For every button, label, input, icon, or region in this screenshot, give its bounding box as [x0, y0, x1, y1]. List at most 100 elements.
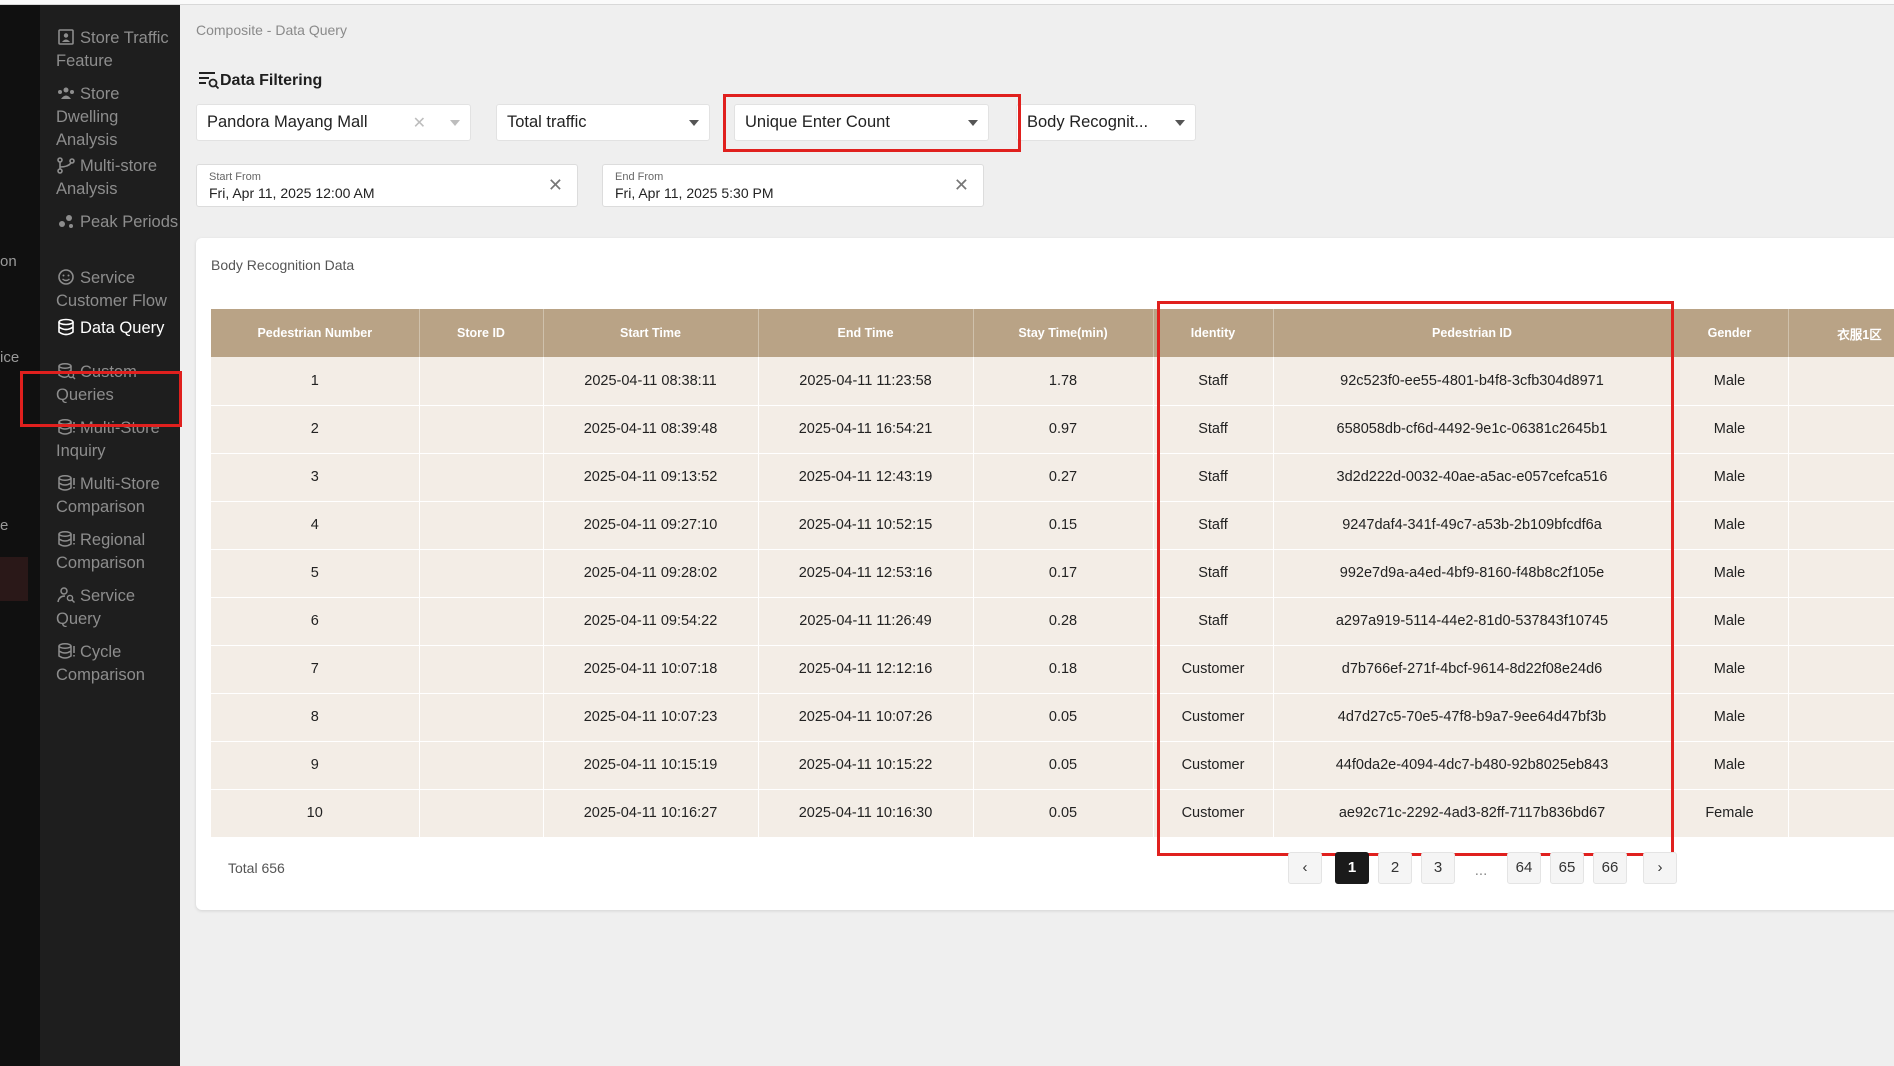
highlight-box-metric [723, 94, 1021, 152]
table-cell: 2025-04-11 10:15:22 [758, 741, 974, 790]
column-header[interactable]: Gender [1671, 309, 1789, 357]
sidebar-item-data-query[interactable]: Data Query [56, 317, 180, 340]
table-cell [419, 741, 544, 790]
chevron-down-icon [1175, 119, 1185, 126]
table-cell: Female [1671, 789, 1789, 838]
table-cell [1788, 693, 1894, 742]
table-cell: 2025-04-11 11:23:58 [758, 357, 974, 406]
traffic-select[interactable]: Total traffic [496, 104, 710, 141]
table-cell: 2025-04-11 08:39:48 [543, 405, 759, 454]
sidebar-item-service-customer-flow[interactable]: Service Customer Flow [56, 267, 180, 313]
table-cell: Male [1671, 549, 1789, 598]
column-header[interactable]: Store ID [419, 309, 544, 357]
start-date-value: Fri, Apr 11, 2025 12:00 AM [209, 185, 375, 201]
column-header[interactable]: Pedestrian Number [211, 309, 420, 357]
table-cell [419, 453, 544, 502]
recognition-select[interactable]: Body Recognit... [1016, 104, 1196, 141]
table-cell: 2025-04-11 12:43:19 [758, 453, 974, 502]
clear-icon[interactable]: ✕ [548, 175, 563, 196]
table-cell: 1.78 [973, 357, 1154, 406]
total-count: Total 656 [228, 860, 285, 876]
prev-page-button[interactable]: ‹ [1288, 852, 1322, 884]
table-cell: 2025-04-11 11:26:49 [758, 597, 974, 646]
table-cell: 2025-04-11 10:07:26 [758, 693, 974, 742]
clear-icon[interactable]: ✕ [413, 113, 426, 133]
database-alert-icon [56, 474, 76, 492]
sidebar-item-service-query[interactable]: Service Query [56, 585, 180, 631]
person-search-icon [56, 586, 76, 604]
table-cell: 2025-04-11 10:16:30 [758, 789, 974, 838]
table-cell: 2025-04-11 10:15:19 [543, 741, 759, 790]
table-cell [419, 789, 544, 838]
table-cell: 2025-04-11 08:38:11 [543, 357, 759, 406]
rail-fragment: on [0, 253, 17, 270]
table-cell: 2 [211, 405, 420, 454]
table-cell: 3 [211, 453, 420, 502]
sidebar-item-multi-store-comparison[interactable]: Multi-Store Comparison [56, 473, 180, 519]
page-button[interactable]: 66 [1593, 852, 1627, 884]
table-cell [1788, 645, 1894, 694]
data-filtering-title: Data Filtering [198, 70, 322, 90]
table-cell [419, 549, 544, 598]
table-cell [1788, 789, 1894, 838]
table-cell: 5 [211, 549, 420, 598]
page-button[interactable]: 1 [1335, 852, 1369, 884]
rail-fragment: ice [0, 349, 20, 366]
mall-select-value: Pandora Mayang Mall [207, 113, 368, 131]
page-button[interactable]: 64 [1507, 852, 1541, 884]
table-cell [419, 501, 544, 550]
rail-fragment: e [0, 517, 9, 534]
table-cell: 0.18 [973, 645, 1154, 694]
column-header[interactable]: Stay Time(min) [973, 309, 1154, 357]
page-ellipsis[interactable]: ... [1464, 856, 1498, 888]
table-cell: 2025-04-11 09:28:02 [543, 549, 759, 598]
smile-face-icon [56, 268, 76, 286]
table-cell: 0.97 [973, 405, 1154, 454]
table-cell: 2025-04-11 16:54:21 [758, 405, 974, 454]
sidebar-item-regional-comparison[interactable]: Regional Comparison [56, 529, 180, 575]
traffic-select-value: Total traffic [507, 113, 587, 131]
column-header[interactable]: Start Time [543, 309, 759, 357]
table-cell: 2025-04-11 09:13:52 [543, 453, 759, 502]
next-page-button[interactable]: › [1643, 852, 1677, 884]
table-cell: Male [1671, 741, 1789, 790]
start-date-field[interactable]: Start From Fri, Apr 11, 2025 12:00 AM ✕ [196, 164, 578, 207]
table-cell: Male [1671, 693, 1789, 742]
table-cell: 2025-04-11 10:07:18 [543, 645, 759, 694]
table-cell [419, 597, 544, 646]
mall-select[interactable]: Pandora Mayang Mall ✕ [196, 104, 471, 141]
end-date-field[interactable]: End From Fri, Apr 11, 2025 5:30 PM ✕ [602, 164, 984, 207]
database-alert-icon [56, 530, 76, 548]
sidebar-item-cycle-comparison[interactable]: Cycle Comparison [56, 641, 180, 687]
table-cell: 10 [211, 789, 420, 838]
scatter-dots-icon [56, 212, 76, 230]
page-button[interactable]: 2 [1378, 852, 1412, 884]
page-button[interactable]: 3 [1421, 852, 1455, 884]
highlight-box-data-query [20, 371, 182, 427]
sidebar-item-store-traffic-feature[interactable]: Store Traffic Feature [56, 27, 180, 73]
sidebar-item-multi-store-analysis[interactable]: Multi-store Analysis [56, 155, 180, 201]
table-cell: 8 [211, 693, 420, 742]
breadcrumb: Composite - Data Query [196, 22, 347, 38]
data-filtering-label: Data Filtering [220, 72, 323, 89]
table-cell: Male [1671, 645, 1789, 694]
table-cell: 0.05 [973, 789, 1154, 838]
page-button[interactable]: 65 [1550, 852, 1584, 884]
column-header[interactable]: End Time [758, 309, 974, 357]
table-cell [1788, 597, 1894, 646]
table-cell: 1 [211, 357, 420, 406]
table-cell [1788, 549, 1894, 598]
end-date-value: Fri, Apr 11, 2025 5:30 PM [615, 185, 774, 201]
table-cell [1788, 741, 1894, 790]
sidebar-item-peak-periods[interactable]: Peak Periods [56, 211, 180, 234]
sidebar-item-label: Peak Periods [80, 213, 179, 231]
left-rail: on ice e [0, 5, 40, 1066]
sidebar-item-store-dwelling-analysis[interactable]: Store Dwelling Analysis [56, 83, 180, 152]
table-cell: 2025-04-11 10:16:27 [543, 789, 759, 838]
column-header[interactable]: 衣服1区 [1788, 309, 1894, 357]
table-cell: 2025-04-11 12:53:16 [758, 549, 974, 598]
chevron-down-icon [450, 119, 460, 126]
start-date-caption: Start From [209, 171, 261, 183]
clear-icon[interactable]: ✕ [954, 175, 969, 196]
table-cell [1788, 405, 1894, 454]
